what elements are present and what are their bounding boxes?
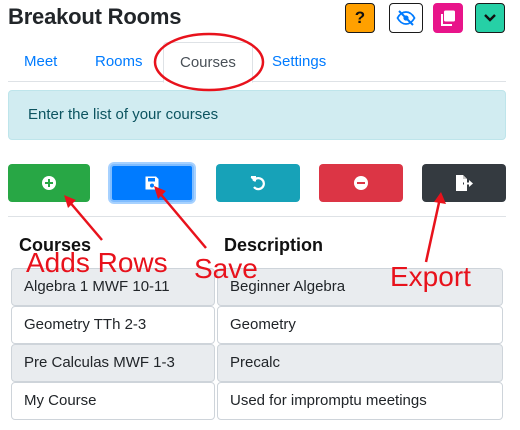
tab-meet[interactable]: Meet (16, 42, 65, 82)
app-title: Breakout Rooms (8, 4, 182, 29)
remove-row-button[interactable] (319, 164, 403, 202)
description-cell[interactable]: Precalc (217, 344, 503, 382)
menu-dropdown-button[interactable] (475, 3, 505, 33)
tab-courses[interactable]: Courses (163, 42, 253, 83)
export-button[interactable] (422, 164, 506, 202)
description-cell[interactable]: Geometry (217, 306, 503, 344)
tab-settings[interactable]: Settings (264, 42, 334, 82)
undo-icon (250, 176, 265, 191)
top-toolbar: ? (345, 3, 505, 35)
table-row: Geometry TTh 2-3 Geometry (11, 306, 503, 344)
divider (8, 216, 506, 217)
copy-button[interactable] (433, 3, 463, 33)
toggle-visibility-button[interactable] (389, 3, 423, 33)
help-button[interactable]: ? (345, 3, 375, 33)
chevron-down-icon (484, 14, 496, 22)
copy-icon (441, 10, 455, 26)
file-export-icon (456, 175, 473, 191)
description-cell[interactable]: Used for impromptu meetings (217, 382, 503, 420)
table-row: My Course Used for impromptu meetings (11, 382, 503, 420)
annotation-adds-rows: Adds Rows (26, 247, 168, 278)
tab-bar: Meet Rooms Courses Settings (8, 42, 506, 83)
save-button[interactable] (110, 164, 194, 202)
course-cell[interactable]: My Course (11, 382, 215, 420)
add-row-button[interactable] (8, 164, 90, 202)
annotation-arrow-export (424, 197, 442, 263)
table-row: Pre Calculas MWF 1-3 Precalc (11, 344, 503, 382)
save-icon (145, 176, 159, 190)
annotation-save: Save (194, 253, 258, 284)
help-icon: ? (354, 8, 366, 27)
plus-circle-icon (42, 176, 56, 190)
annotation-export: Export (390, 261, 471, 292)
minus-circle-icon (354, 176, 368, 190)
undo-button[interactable] (216, 164, 300, 202)
course-cell[interactable]: Geometry TTh 2-3 (11, 306, 215, 344)
eye-slash-icon (396, 10, 416, 26)
annotation-arrow-add (67, 199, 103, 241)
course-cell[interactable]: Pre Calculas MWF 1-3 (11, 344, 215, 382)
info-alert: Enter the list of your courses (8, 90, 506, 140)
tab-rooms[interactable]: Rooms (87, 42, 151, 82)
